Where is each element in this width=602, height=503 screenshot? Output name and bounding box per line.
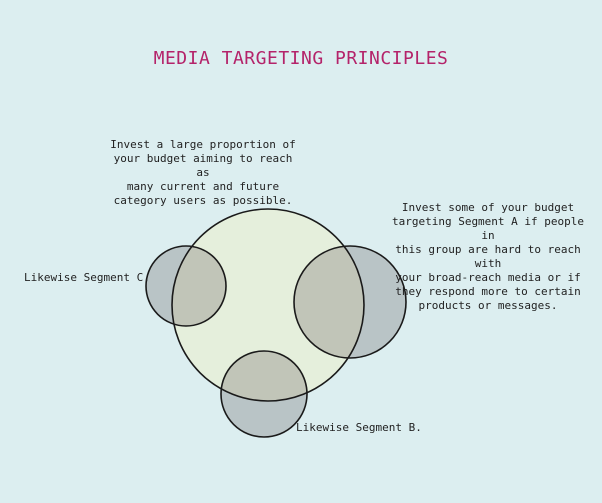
- main-audience-annotation: Invest a large proportion of your budget…: [110, 138, 296, 207]
- segment-a-annotation: Invest some of your budget targeting Seg…: [391, 201, 585, 312]
- segment-c-annotation: Likewise Segment C.: [24, 271, 150, 284]
- segment-b-annotation: Likewise Segment B.: [296, 421, 422, 434]
